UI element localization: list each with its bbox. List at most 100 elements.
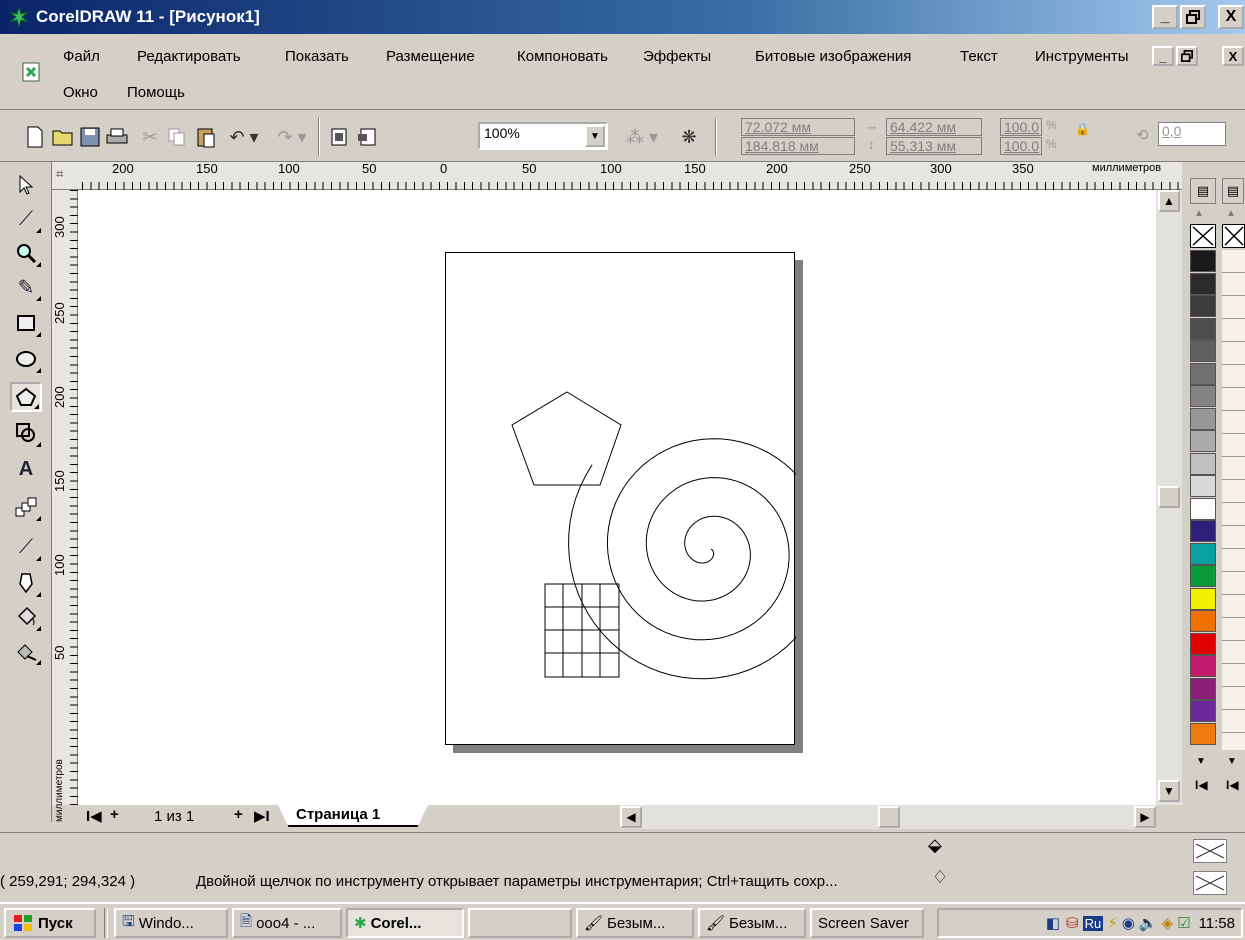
first-page-button[interactable]: I◀: [86, 807, 102, 825]
task-button-corel[interactable]: ✱ Corel...: [346, 908, 464, 938]
menu-window[interactable]: Окно: [63, 84, 98, 101]
color-swatch[interactable]: [1190, 430, 1216, 452]
language-indicator[interactable]: Ru: [1082, 915, 1104, 931]
task-button-blank[interactable]: [468, 908, 572, 938]
palette-end-icon[interactable]: I◀: [1226, 778, 1239, 792]
vertical-scroll-thumb[interactable]: [1158, 486, 1180, 508]
color-swatch[interactable]: [1190, 655, 1216, 677]
color-swatch[interactable]: [1190, 520, 1216, 542]
drawing-page[interactable]: [445, 252, 829, 745]
tray-media-icon[interactable]: ◉: [1122, 914, 1135, 932]
scroll-right-button[interactable]: ▶: [1134, 806, 1156, 828]
scale-y-field[interactable]: 100.0: [1000, 137, 1042, 155]
lock-ratio-icon[interactable]: 🔒: [1075, 122, 1090, 136]
menu-bitmaps[interactable]: Битовые изображения: [755, 48, 911, 65]
tint-swatch-list[interactable]: [1222, 250, 1245, 750]
fill-tool[interactable]: [10, 602, 42, 632]
color-swatch[interactable]: [1190, 542, 1216, 565]
horizontal-scroll-thumb[interactable]: [878, 806, 900, 828]
start-button[interactable]: Пуск: [4, 908, 96, 938]
horizontal-ruler[interactable]: ⌗ 200 150 100 50 0 50 100 150 200 250 30…: [52, 161, 1182, 190]
fill-color-swatch[interactable]: [1193, 839, 1227, 863]
undo-icon[interactable]: ↶ ▾: [224, 124, 264, 150]
color-swatch[interactable]: [1190, 250, 1216, 272]
palette-scroll-up-icon[interactable]: ▲: [1194, 208, 1204, 219]
copy-icon[interactable]: [164, 124, 190, 150]
object-x-field[interactable]: 72.072 мм: [741, 118, 855, 136]
task-button-word[interactable]: 🗎 ооо4 - ...: [232, 908, 342, 938]
zoom-tool[interactable]: [10, 238, 42, 268]
color-swatch[interactable]: [1190, 452, 1216, 475]
application-launcher-icon[interactable]: ⁂ ▾: [620, 124, 664, 150]
import-icon[interactable]: [327, 124, 353, 150]
color-swatch[interactable]: [1190, 587, 1216, 610]
tray-checkbox-icon[interactable]: ☑: [1177, 914, 1190, 932]
menu-view[interactable]: Показать: [285, 48, 349, 65]
color-swatch[interactable]: [1190, 272, 1216, 295]
menu-file[interactable]: Файл: [63, 48, 100, 65]
tray-app-icon[interactable]: ◧: [1046, 914, 1060, 932]
color-swatch[interactable]: [1190, 722, 1216, 745]
interactive-blend-tool[interactable]: [10, 492, 42, 522]
tray-antivirus-icon[interactable]: ◈: [1162, 914, 1174, 932]
page-tab[interactable]: Страница 1: [296, 806, 380, 823]
text-tool[interactable]: A: [10, 454, 42, 484]
no-color-swatch[interactable]: [1222, 224, 1245, 248]
paste-icon[interactable]: [193, 124, 219, 150]
cut-icon[interactable]: ✂: [137, 124, 163, 150]
tray-tool-icon[interactable]: ⚡: [1107, 914, 1118, 932]
doc-close-button[interactable]: X: [1222, 46, 1244, 66]
print-icon[interactable]: [104, 124, 130, 150]
task-button-screen-saver[interactable]: Screen Saver: [810, 908, 924, 938]
basic-shapes-tool[interactable]: [10, 418, 42, 448]
color-swatch[interactable]: [1190, 385, 1216, 407]
vertical-ruler[interactable]: 300 250 200 150 100 50 миллиметров: [52, 190, 78, 822]
outline-color-swatch[interactable]: [1193, 871, 1227, 895]
task-button-untitled-2[interactable]: 🖌 Безым...: [698, 908, 806, 938]
close-button[interactable]: X: [1218, 5, 1244, 29]
pick-tool[interactable]: [10, 170, 42, 200]
last-page-button[interactable]: ▶I: [254, 807, 270, 825]
object-height-field[interactable]: 55.313 мм: [886, 137, 982, 155]
zoom-level-combo[interactable]: 100% ▼: [478, 122, 608, 150]
color-swatch[interactable]: [1190, 565, 1216, 587]
palette-scroll-up-icon[interactable]: ▲: [1226, 208, 1236, 219]
menu-text[interactable]: Текст: [960, 48, 998, 65]
doc-minimize-button[interactable]: _: [1152, 46, 1174, 66]
scroll-up-button[interactable]: ▲: [1158, 190, 1180, 212]
outline-tool[interactable]: [10, 568, 42, 598]
freehand-tool[interactable]: ✎: [10, 272, 42, 302]
add-page-after-button[interactable]: +: [234, 806, 243, 823]
color-swatch[interactable]: [1190, 475, 1216, 497]
save-icon[interactable]: [77, 124, 103, 150]
chevron-down-icon[interactable]: ▼: [585, 125, 605, 147]
menu-tools[interactable]: Инструменты: [1035, 48, 1129, 65]
scroll-down-button[interactable]: ▼: [1158, 780, 1180, 802]
color-swatch[interactable]: [1190, 362, 1216, 385]
color-swatch[interactable]: [1190, 317, 1216, 340]
open-icon[interactable]: [50, 124, 76, 150]
color-swatch[interactable]: [1190, 610, 1216, 632]
menu-edit[interactable]: Редактировать: [137, 48, 241, 65]
color-swatch[interactable]: [1190, 700, 1216, 722]
no-color-swatch[interactable]: [1190, 224, 1216, 248]
export-icon[interactable]: [354, 124, 380, 150]
maximize-button[interactable]: [1180, 5, 1206, 29]
ruler-origin-icon[interactable]: ⌗: [56, 166, 63, 182]
corel-online-icon[interactable]: ❋: [676, 124, 702, 150]
task-button-windows[interactable]: 🖫 Windo...: [114, 908, 228, 938]
menu-help[interactable]: Помощь: [127, 84, 185, 101]
volume-icon[interactable]: 🔈: [1139, 914, 1158, 932]
scale-x-field[interactable]: 100.0: [1000, 118, 1042, 136]
palette-end-icon[interactable]: I◀: [1195, 778, 1208, 792]
palette-menu-icon[interactable]: ▤: [1190, 178, 1216, 204]
interactive-fill-tool[interactable]: [10, 636, 42, 666]
object-y-field[interactable]: 184.818 мм: [741, 137, 855, 155]
outline-indicator-icon[interactable]: ♢: [932, 867, 948, 888]
menu-effects[interactable]: Эффекты: [643, 48, 711, 65]
object-width-field[interactable]: 64.422 мм: [886, 118, 982, 136]
new-document-icon[interactable]: [22, 124, 48, 150]
shape-tool[interactable]: ⟋: [10, 204, 42, 234]
palette-scroll-down-icon[interactable]: ▼: [1196, 756, 1206, 767]
ellipse-tool[interactable]: [10, 344, 42, 374]
